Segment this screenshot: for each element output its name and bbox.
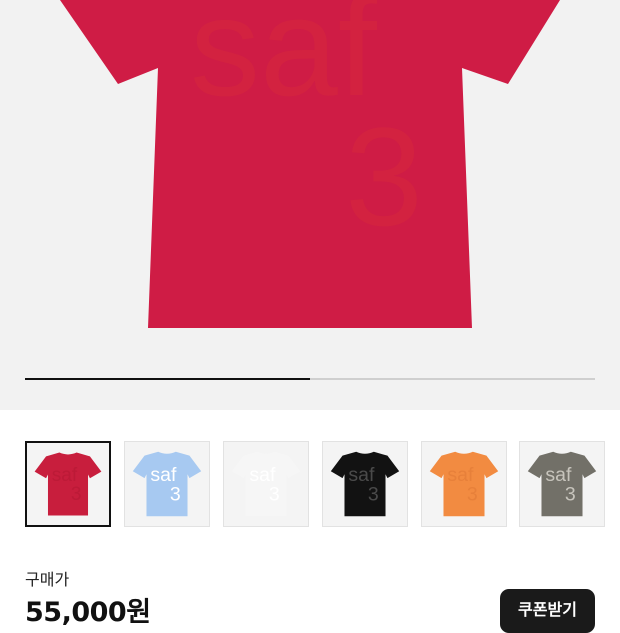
shirt-print-3: 3 xyxy=(368,484,379,506)
tshirt-thumbnail-image: saf3 xyxy=(132,451,202,517)
color-option-thumbnail[interactable]: saf 3 xyxy=(124,441,210,527)
shirt-print-3: 3 xyxy=(71,484,82,505)
tshirt-thumbnail-image: saf3 xyxy=(231,451,301,517)
carousel-progress-bar xyxy=(25,378,595,380)
product-image[interactable]: saf 3 xyxy=(0,0,620,410)
tshirt-image: saf 3 xyxy=(60,0,560,328)
carousel-progress-fill xyxy=(25,378,310,380)
tshirt-thumbnail-image: saf3 xyxy=(429,451,499,517)
shirt-print-3: 3 xyxy=(345,98,423,255)
tshirt-thumbnail-image: saf3 xyxy=(34,452,102,516)
color-option-thumbnail[interactable]: saf 3 xyxy=(25,441,111,527)
color-option-thumbnail[interactable]: saf 3 xyxy=(223,441,309,527)
shirt-print-3: 3 xyxy=(170,484,181,506)
tshirt-thumbnail-image: saf3 xyxy=(527,451,597,517)
shirt-print-3: 3 xyxy=(467,484,478,506)
color-options: saf 3 saf 3 saf 3 saf 3 saf 3 saf 3 xyxy=(25,441,605,527)
tshirt-thumbnail-image: saf3 xyxy=(330,451,400,517)
coupon-button[interactable]: 쿠폰받기 xyxy=(500,589,595,633)
shirt-print-3: 3 xyxy=(269,484,280,506)
shirt-print-3: 3 xyxy=(565,484,576,506)
color-option-thumbnail[interactable]: saf 3 xyxy=(322,441,408,527)
shirt-print-saf: saf xyxy=(52,465,78,486)
color-option-thumbnail[interactable]: saf 3 xyxy=(421,441,507,527)
color-option-thumbnail[interactable]: saf 3 xyxy=(519,441,605,527)
price-value: 55,000원 xyxy=(25,597,151,628)
price-label: 구매가 xyxy=(25,570,70,589)
